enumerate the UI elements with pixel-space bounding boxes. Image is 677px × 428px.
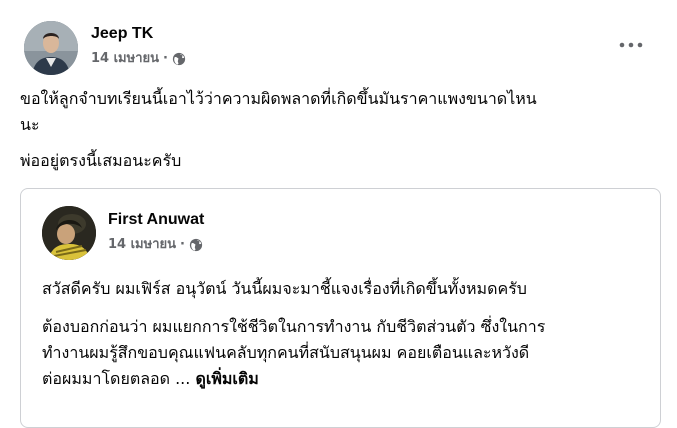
meta-separator: ·: [163, 51, 168, 66]
shared-post-meta: 14 เมษายน ·: [108, 237, 203, 253]
shared-post-text-line: สวัสดีครับ ผมเฟิร์ส อนุวัตน์ วันนี้ผมจะม…: [42, 279, 527, 298]
avatar-image: [24, 21, 78, 75]
see-more-link[interactable]: ดูเพิ่มเติม: [195, 369, 258, 388]
more-options-button[interactable]: [614, 34, 648, 56]
post-text-line: นะ: [20, 115, 40, 134]
more-options-icon: [619, 42, 643, 48]
truncated-text: ต่อผมมาโดยตลอด ...: [42, 369, 191, 388]
shared-author-name[interactable]: First Anuwat: [108, 210, 204, 230]
avatar[interactable]: [24, 21, 78, 75]
shared-avatar-image: [42, 206, 96, 260]
post-date[interactable]: 14 เมษายน: [91, 51, 159, 67]
shared-avatar[interactable]: [42, 206, 96, 260]
shared-post-date[interactable]: 14 เมษายน: [108, 237, 176, 253]
shared-post-text-line: ทำงานผมรู้สึกขอบคุณแฟนคลับทุกคนที่สนับสน…: [42, 343, 530, 362]
post-meta: 14 เมษายน ·: [91, 51, 186, 67]
meta-separator: ·: [180, 237, 185, 252]
post-text-line: ขอให้ลูกจำบทเรียนนี้เอาไว้ว่าความผิดพลาด…: [20, 89, 537, 108]
facebook-post: Jeep TK 14 เมษายน · ขอให้ลูกจำบทเรียนนี้…: [0, 0, 677, 428]
post-text-line: พ่ออยู่ตรงนี้เสมอนะครับ: [20, 151, 182, 170]
shared-post-text-line: ต่อผมมาโดยตลอด ... ดูเพิ่มเติม: [42, 366, 259, 392]
globe-icon[interactable]: [189, 238, 203, 252]
shared-post-text-line: ต้องบอกก่อนว่า ผมแยกการใช้ชีวิตในการทำงา…: [42, 317, 546, 336]
globe-icon[interactable]: [172, 52, 186, 66]
author-name[interactable]: Jeep TK: [91, 24, 153, 44]
